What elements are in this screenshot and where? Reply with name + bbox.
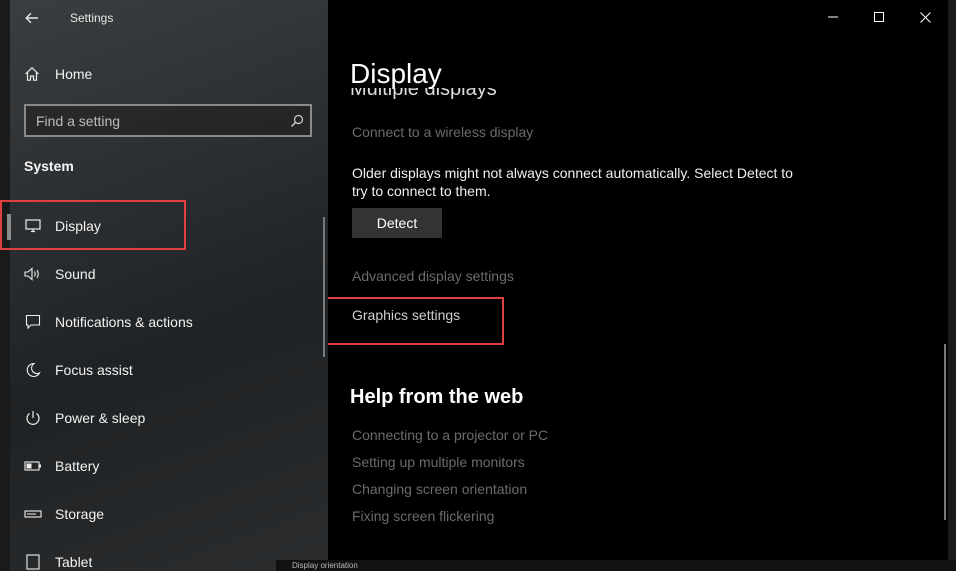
help-link-screen-orientation[interactable]: Changing screen orientation [352, 481, 527, 497]
advanced-display-settings-link[interactable]: Advanced display settings [352, 268, 514, 284]
sidebar-item-storage[interactable]: Storage [0, 490, 320, 538]
sidebar-scrollbar[interactable] [323, 217, 325, 357]
storage-icon [24, 505, 42, 523]
search-box[interactable] [24, 104, 312, 137]
sidebar-item-label: Tablet [55, 554, 93, 570]
cut-off-section-header: Multiple displays [350, 88, 550, 102]
home-label: Home [55, 66, 93, 82]
close-icon [919, 11, 931, 23]
search-input[interactable] [36, 112, 284, 129]
sidebar-item-label: Focus assist [55, 362, 133, 378]
sidebar-item-battery[interactable]: Battery [0, 442, 320, 490]
help-link-multiple-monitors[interactable]: Setting up multiple monitors [352, 454, 525, 470]
title-bar: Settings [18, 6, 113, 30]
sidebar-item-label: Battery [55, 458, 100, 474]
section-heading-system: System [24, 158, 74, 174]
main-content: Display Multiple displays Connect to a w… [328, 0, 948, 571]
app-title: Settings [70, 11, 114, 25]
moon-icon [24, 361, 42, 379]
window-controls [810, 0, 948, 34]
sidebar: Settings Home System Display Sound [0, 0, 328, 571]
background-window-strip [276, 560, 956, 571]
sidebar-item-label: Power & sleep [55, 410, 146, 426]
detect-description: Older displays might not always connect … [352, 165, 793, 199]
sidebar-item-tablet[interactable]: Tablet [0, 538, 320, 571]
home-nav-item[interactable]: Home [24, 62, 92, 86]
help-section-title: Help from the web [350, 386, 524, 408]
background-window-caption: Display orientation [292, 561, 358, 570]
maximize-icon [874, 12, 884, 22]
power-icon [24, 409, 42, 427]
back-arrow-icon [25, 12, 38, 24]
detect-button[interactable]: Detect [352, 208, 442, 238]
sidebar-item-display[interactable]: Display [0, 202, 320, 250]
sidebar-item-focus-assist[interactable]: Focus assist [0, 346, 320, 394]
home-icon [25, 66, 39, 81]
sidebar-item-label: Notifications & actions [55, 314, 193, 330]
page-title: Display [350, 58, 442, 89]
sidebar-item-sound[interactable]: Sound [0, 250, 320, 298]
maximize-button[interactable] [856, 0, 902, 34]
sidebar-item-power-sleep[interactable]: Power & sleep [0, 394, 320, 442]
sidebar-item-label: Display [55, 218, 101, 234]
help-link-screen-flickering[interactable]: Fixing screen flickering [352, 508, 494, 524]
main-scrollbar[interactable] [944, 344, 946, 520]
sidebar-item-notifications[interactable]: Notifications & actions [0, 298, 320, 346]
close-button[interactable] [902, 0, 948, 34]
window-frame-edge [948, 0, 956, 571]
back-button[interactable] [18, 6, 46, 30]
notification-icon [24, 313, 42, 331]
wireless-display-link[interactable]: Connect to a wireless display [352, 124, 533, 140]
graphics-settings-link[interactable]: Graphics settings [352, 307, 460, 323]
speaker-icon [24, 265, 42, 283]
cut-off-header-text: Multiple displays [350, 88, 497, 100]
sidebar-item-label: Sound [55, 266, 96, 282]
help-link-projector[interactable]: Connecting to a projector or PC [352, 427, 548, 443]
minimize-button[interactable] [810, 0, 856, 34]
minimize-icon [828, 16, 838, 18]
sidebar-item-label: Storage [55, 506, 105, 522]
tablet-icon [24, 553, 42, 571]
sidebar-nav: Display Sound Notifications & actions Fo… [0, 202, 320, 571]
battery-icon [24, 457, 42, 475]
monitor-icon [24, 217, 42, 235]
search-icon[interactable] [284, 114, 310, 128]
